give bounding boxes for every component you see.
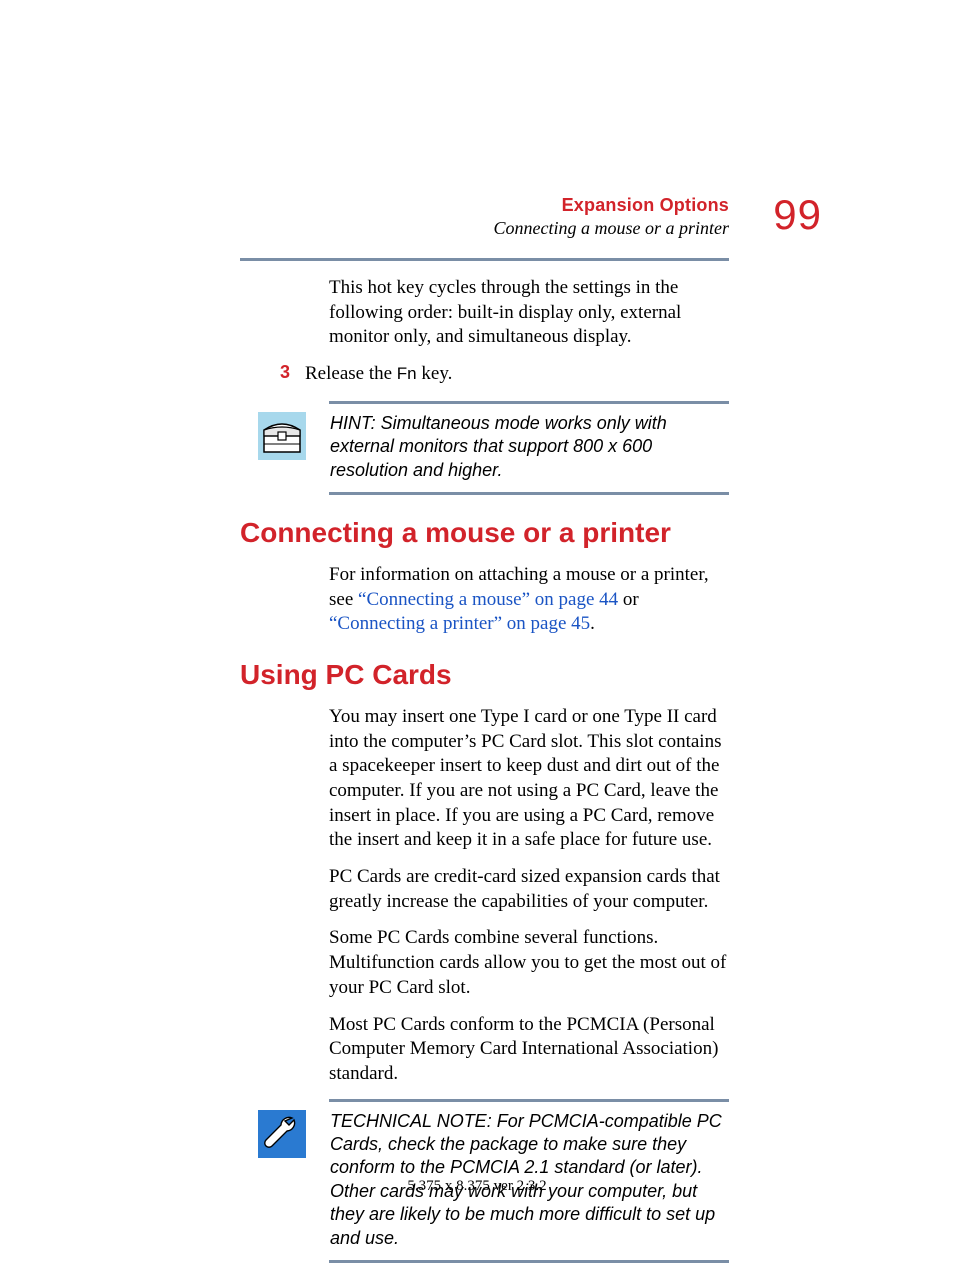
s1-paragraph: For information on attaching a mouse or … [329,563,729,637]
section-subtitle: Connecting a mouse or a printer [240,218,729,239]
hint-note: HINT: Simultaneous mode works only with … [240,401,729,495]
step-number: 3 [250,362,305,387]
numbered-step: 3 Release the Fn key. [240,362,729,387]
s2-paragraph-3: Some PC Cards combine several functions.… [329,926,729,1000]
s2-paragraph-4: Most PC Cards conform to the PCMCIA (Per… [329,1013,729,1087]
link-connecting-mouse[interactable]: “Connecting a mouse” on page 44 [358,589,618,610]
technote-rule-bottom [329,1260,729,1263]
chapter-title: Expansion Options [240,195,729,216]
treasure-chest-icon [258,412,316,482]
step-pre: Release the [305,363,397,384]
step-post: key. [417,363,453,384]
keycap-fn: Fn [397,364,417,383]
step-text: Release the Fn key. [305,362,452,387]
page-header: Expansion Options Connecting a mouse or … [240,195,729,239]
heading-using-pc-cards: Using PC Cards [240,659,729,691]
s1-mid: or [618,589,639,610]
page-number: 99 [773,191,822,239]
s1-post: . [590,613,595,634]
hint-text: HINT: Simultaneous mode works only with … [330,412,729,482]
header-rule [240,258,729,261]
note-rule-bottom [329,492,729,495]
heading-connecting-mouse-printer: Connecting a mouse or a printer [240,517,729,549]
footer-text: 5.375 x 8.375 ver 2.3.2 [0,1178,954,1195]
link-connecting-printer[interactable]: “Connecting a printer” on page 45 [329,613,590,634]
intro-paragraph: This hot key cycles through the settings… [329,276,729,350]
s2-paragraph-1: You may insert one Type I card or one Ty… [329,705,729,853]
s2-paragraph-2: PC Cards are credit-card sized expansion… [329,865,729,914]
